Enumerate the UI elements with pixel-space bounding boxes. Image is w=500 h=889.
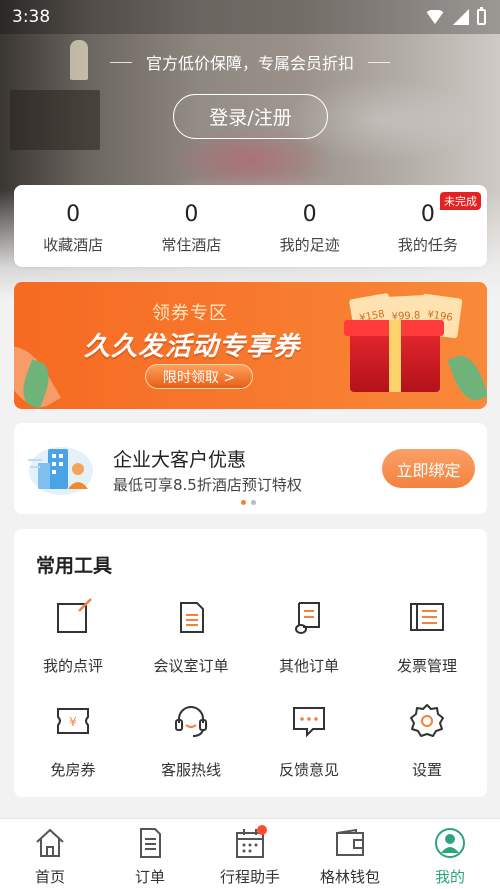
nav-item-wallet[interactable]: 格林钱包 [300, 819, 400, 889]
promo-dash-left [109, 61, 132, 63]
banner-subtitle: 领券专区 [152, 303, 228, 324]
stat-label: 收藏酒店 [43, 236, 104, 254]
status-time: 3:38 [12, 7, 51, 27]
tool-label: 我的点评 [42, 657, 103, 675]
tool-other-orders[interactable]: 其他订单 [250, 597, 368, 676]
leaf-decoration [447, 351, 487, 405]
login-register-button[interactable]: 登录/注册 [173, 94, 328, 139]
home-icon [36, 828, 64, 857]
stat-frequent-hotels[interactable]: 0 常住酒店 [132, 185, 250, 267]
tool-free-room-voucher[interactable]: ¥ 免房券 [14, 701, 132, 780]
signal-icon [453, 9, 469, 25]
stat-footprints[interactable]: 0 我的足迹 [251, 185, 369, 267]
tool-my-reviews[interactable]: 我的点评 [14, 597, 132, 676]
banner-title: 久久发活动专享券 [84, 332, 301, 362]
ticket-icon: ¥ [57, 708, 89, 734]
tools-title: 常用工具 [36, 555, 113, 577]
tool-label: 客服热线 [160, 761, 221, 779]
tool-label: 其他订单 [278, 657, 339, 675]
tool-label: 会议室订单 [153, 657, 229, 675]
bind-now-button[interactable]: 立即绑定 [382, 449, 475, 488]
tool-label: 发票管理 [396, 657, 457, 675]
nav-item-trip-assistant[interactable]: 行程助手 [200, 819, 300, 889]
tool-feedback[interactable]: 反馈意见 [250, 701, 368, 780]
enterprise-building-icon [28, 447, 93, 495]
carousel-dot-active [241, 500, 246, 505]
enterprise-subtitle: 最低可享8.5折酒店预订特权 [113, 476, 302, 494]
coupon-banner[interactable]: 领券专区 久久发活动专享券 限时领取 > ¥158 ¥99.8 ¥196 [14, 282, 487, 409]
tool-meeting-orders[interactable]: 会议室订单 [132, 597, 250, 676]
carousel-dots [241, 500, 256, 505]
carousel-dot [251, 500, 256, 505]
enterprise-card: 企业大客户优惠 最低可享8.5折酒店预订特权 立即绑定 [14, 423, 487, 514]
status-icons [425, 7, 486, 25]
bottom-nav: 首页 订单 行程助手 格林钱包 我的 [0, 818, 500, 889]
tool-label: 设置 [411, 761, 442, 779]
status-bar: 3:38 [0, 0, 500, 34]
stat-value: 0 [66, 202, 81, 227]
wifi-icon [425, 10, 445, 24]
headset-icon [175, 706, 207, 737]
claim-coupon-button[interactable]: 限时领取 > [145, 364, 253, 389]
wallet-icon [336, 828, 364, 856]
invoice-icon [410, 603, 444, 631]
tool-customer-hotline[interactable]: 客服热线 [132, 701, 250, 780]
profile-icon [435, 828, 465, 858]
tool-settings[interactable]: 设置 [368, 701, 486, 780]
notification-dot [257, 825, 267, 835]
nav-item-profile[interactable]: 我的 [400, 819, 500, 889]
stat-label: 常住酒店 [161, 236, 222, 254]
stat-value: 0 [420, 202, 435, 227]
stat-tasks[interactable]: 未完成 0 我的任务 [369, 185, 487, 267]
nav-label: 我的 [434, 868, 465, 886]
tool-invoice-management[interactable]: 发票管理 [368, 597, 486, 676]
nav-item-orders[interactable]: 订单 [100, 819, 200, 889]
feedback-icon [293, 707, 325, 738]
nav-label: 格林钱包 [319, 868, 380, 886]
stat-label: 我的足迹 [279, 236, 340, 254]
enterprise-title: 企业大客户优惠 [113, 449, 247, 471]
nav-label: 首页 [34, 868, 65, 886]
gift-ribbon [389, 320, 401, 392]
promo-text: 官方低价保障，专属会员折扣 [145, 54, 354, 73]
nav-item-home[interactable]: 首页 [0, 819, 100, 889]
nav-label: 行程助手 [219, 868, 280, 886]
svg-text:¥: ¥ [69, 715, 77, 729]
stat-label: 我的任务 [397, 236, 458, 254]
review-icon [57, 598, 92, 633]
stats-card: 0 收藏酒店 0 常住酒店 0 我的足迹 未完成 0 我的任务 [14, 185, 487, 267]
battery-icon [477, 7, 486, 25]
hero-promo: 官方低价保障，专属会员折扣 [0, 50, 500, 74]
meeting-order-icon [180, 602, 204, 633]
stat-value: 0 [302, 202, 317, 227]
order-icon [140, 828, 161, 858]
stat-value: 0 [184, 202, 199, 227]
tools-card: 常用工具 我的点评 会议室订单 其他订单 发票管理 ¥ 免房券 客服热线 反馈意… [14, 529, 487, 797]
hero-photo-frame [10, 90, 100, 150]
promo-dash-right [368, 61, 390, 63]
status-badge: 未完成 [440, 192, 481, 210]
tool-label: 反馈意见 [278, 761, 339, 779]
gear-icon [410, 704, 444, 737]
stat-favorite-hotels[interactable]: 0 收藏酒店 [14, 185, 132, 267]
tool-label: 免房券 [50, 761, 96, 779]
scroll-icon [295, 602, 320, 634]
nav-label: 订单 [134, 868, 165, 886]
